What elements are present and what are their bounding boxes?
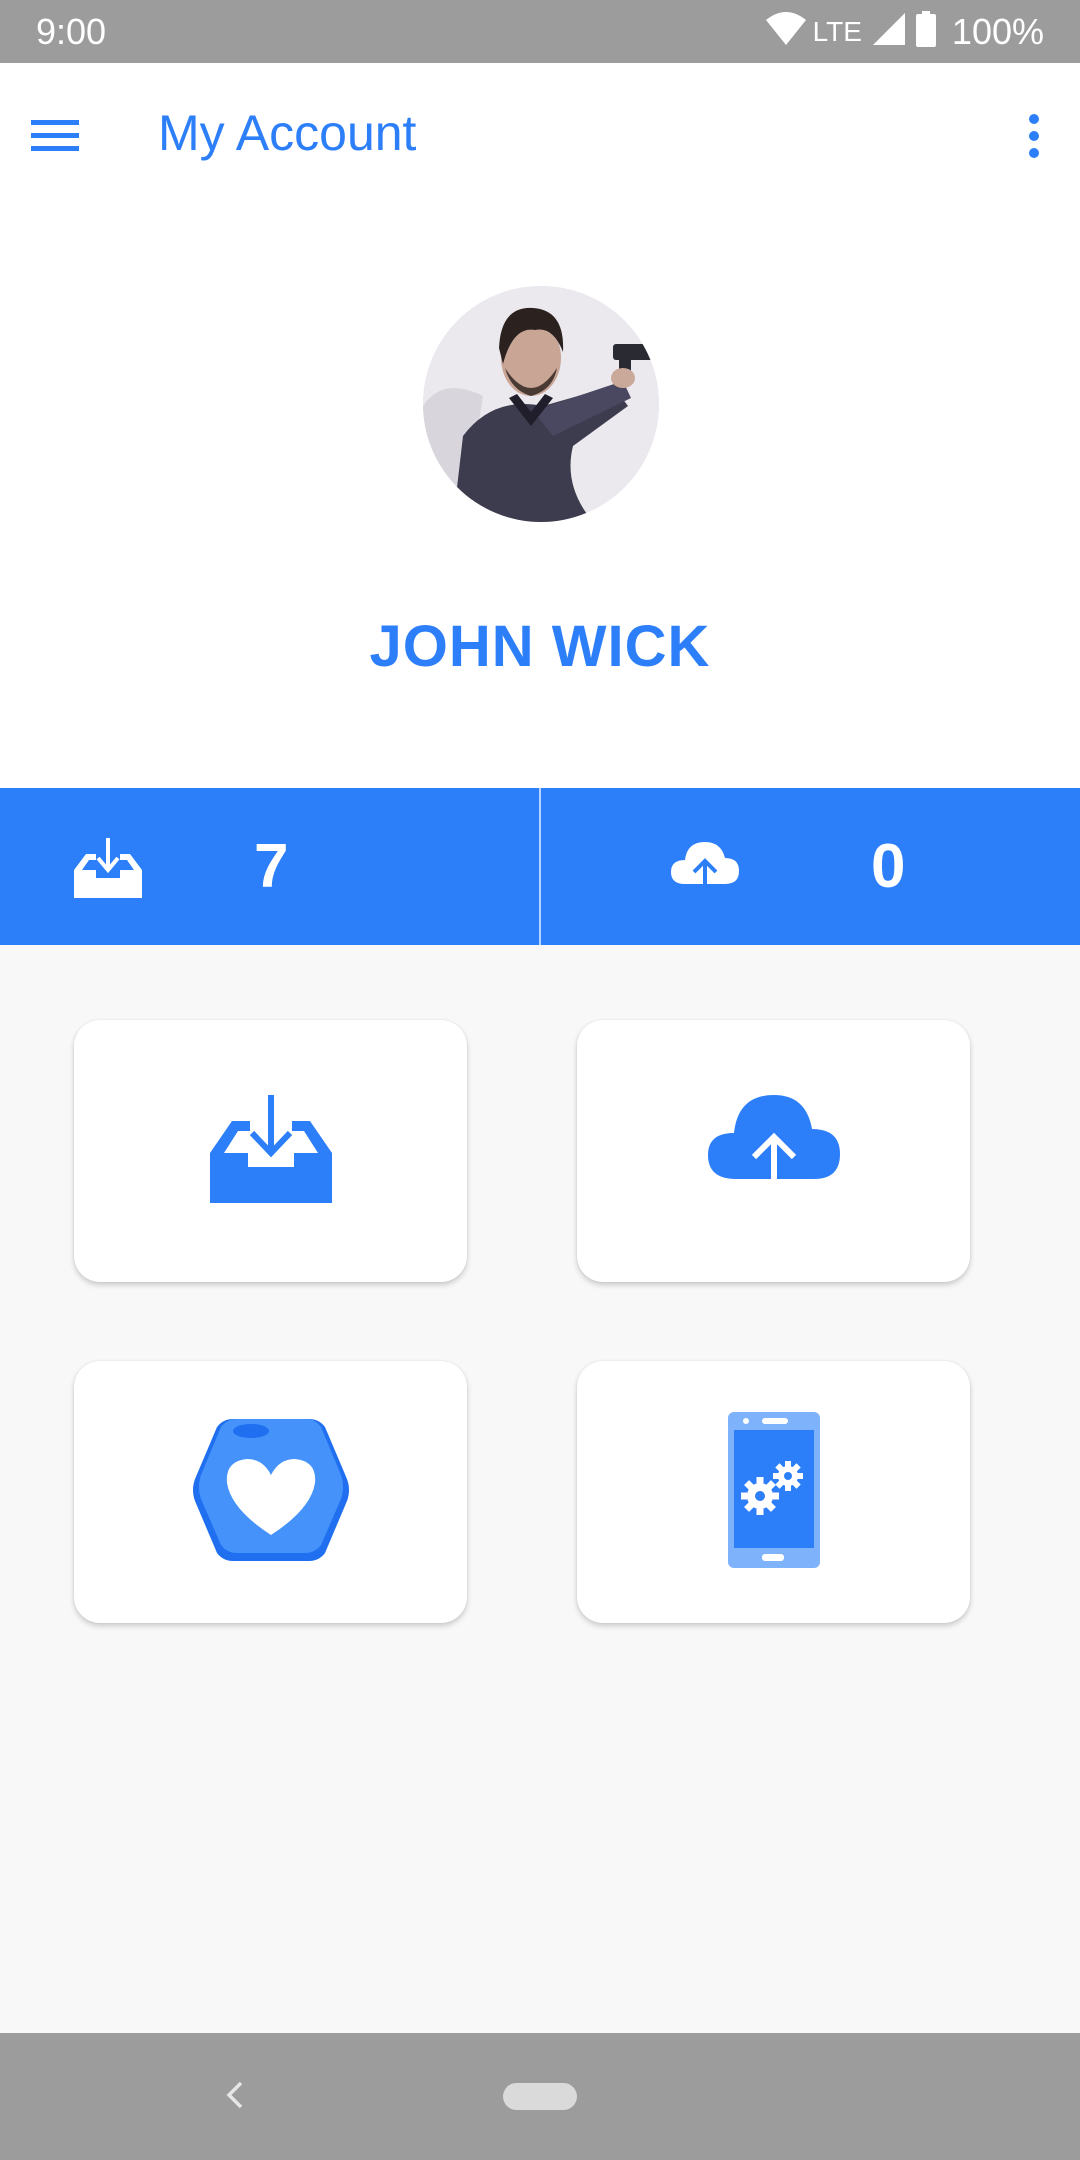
status-time: 9:00 (36, 11, 107, 52)
cloud-upload-icon (669, 836, 741, 900)
favorites-tile[interactable] (74, 1361, 467, 1623)
device-settings-tile[interactable] (577, 1361, 970, 1623)
downloads-tile[interactable] (74, 1020, 467, 1282)
wifi-icon (765, 12, 807, 51)
downloads-stat[interactable]: 7 (0, 788, 539, 945)
uploads-tile[interactable] (577, 1020, 970, 1282)
home-pill-icon[interactable] (503, 2083, 577, 2110)
status-bar: 9:00 LTE 100% (0, 0, 1080, 63)
menu-button[interactable] (22, 105, 88, 171)
uploads-count: 0 (871, 832, 906, 901)
avatar[interactable] (423, 286, 659, 522)
battery-percent: 100% (951, 10, 1044, 52)
cell-signal-icon (872, 12, 906, 51)
hamburger-menu-icon (31, 118, 79, 159)
system-nav-bar (0, 2033, 1080, 2160)
phone-settings-icon (726, 1410, 822, 1575)
stats-bar: 7 0 (0, 788, 1080, 945)
inbox-download-icon (72, 836, 144, 900)
back-icon (225, 2080, 245, 2115)
user-name: JOHN WICK (369, 614, 711, 679)
uploads-stat[interactable]: 0 (541, 788, 1080, 945)
heart-hexagon-icon (191, 1417, 351, 1568)
cloud-upload-icon (706, 1093, 842, 1210)
app-bar: My Account (0, 63, 1080, 213)
downloads-count: 7 (254, 832, 289, 901)
battery-icon (915, 11, 936, 52)
profile-header: JOHN WICK (0, 213, 1080, 788)
back-button[interactable] (215, 2069, 255, 2125)
page-title: My Account (158, 105, 417, 161)
network-type: LTE (812, 15, 862, 47)
inbox-download-icon (208, 1093, 334, 1210)
more-options-button[interactable] (1004, 105, 1064, 171)
status-icons: LTE 100% (765, 0, 1044, 63)
more-vertical-icon (1028, 113, 1040, 163)
